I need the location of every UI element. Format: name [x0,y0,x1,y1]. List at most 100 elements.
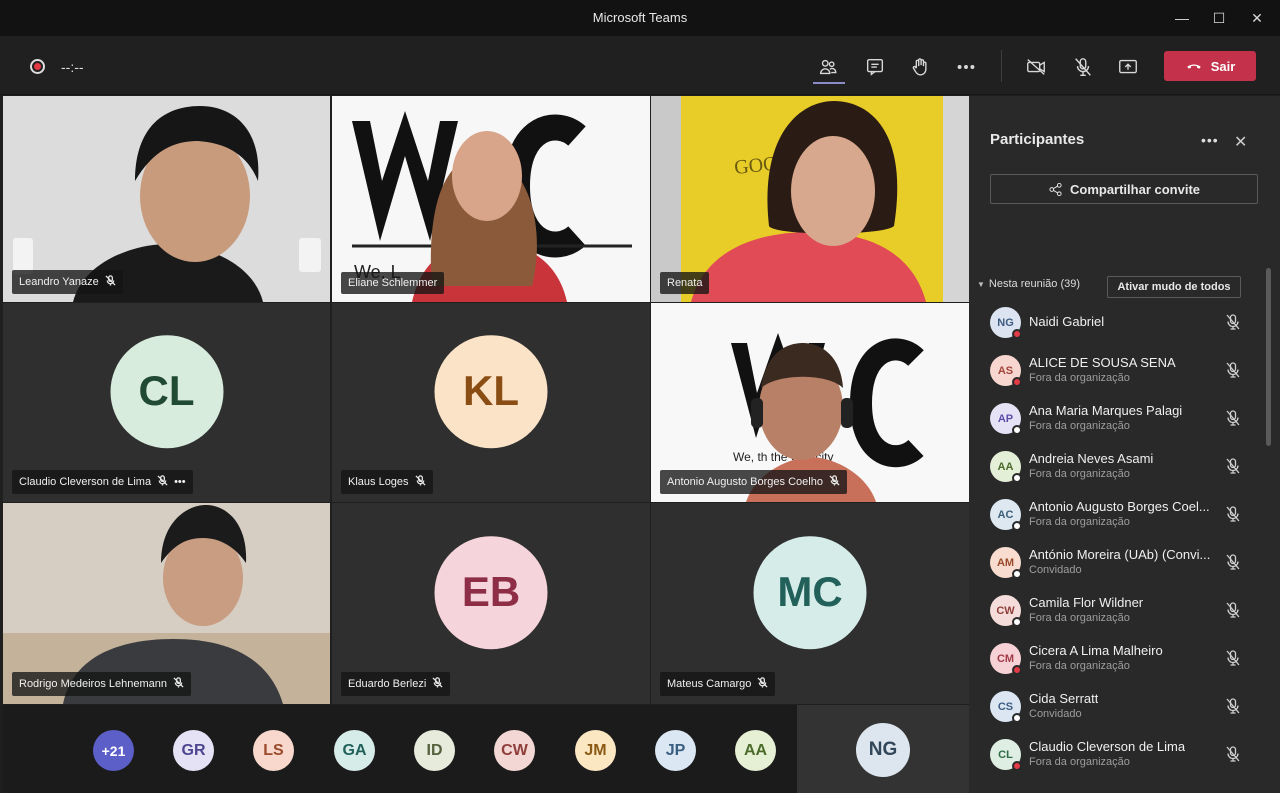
participant-chip[interactable]: JM [575,730,616,771]
participant-org-status: Convidado [1029,564,1082,576]
video-tile-renata[interactable]: GOOD Renata [651,96,969,302]
video-tile-klaus[interactable]: KL Klaus Loges [332,303,650,502]
title-bar: Microsoft Teams — ☐ ✕ [0,0,1280,36]
participant-name: Andreia Neves Asami [1029,451,1154,466]
participant-chip[interactable]: GA [334,730,375,771]
mic-off-icon[interactable] [1224,601,1242,619]
camera-off-icon [1027,59,1045,75]
participant-row[interactable]: AS ALICE DE SOUSA SENA Fora da organização [969,350,1269,398]
participant-org-status: Fora da organização [1029,468,1130,480]
participant-row[interactable]: AA Andreia Neves Asami Fora da organização [969,446,1269,494]
mic-off-icon[interactable] [1224,553,1242,571]
presence-status-icon [1012,521,1022,531]
participant-chip[interactable]: JP [655,730,696,771]
video-tile-eduardo[interactable]: EB Eduardo Berlezi [332,503,650,704]
video-tile-claudio[interactable]: CL Claudio Cleverson de Lima ••• [3,303,330,502]
participant-name-tag: Eduardo Berlezi [341,672,451,696]
participant-row[interactable]: NG Naidi Gabriel [969,302,1269,350]
camera-toggle-button[interactable] [1023,54,1049,80]
participant-name-tag: Claudio Cleverson de Lima ••• [12,470,193,494]
participant-org-status: Fora da organização [1029,372,1130,384]
participant-name: Klaus Loges [348,476,409,488]
participant-name-tag: Renata [660,272,710,294]
participant-name: Leandro Yanaze [19,276,99,288]
panel-more-button[interactable]: ••• [1201,132,1219,148]
video-tile-rodrigo[interactable]: Rodrigo Medeiros Lehnemann [3,503,330,704]
participant-initials: CW [996,604,1015,617]
mic-toggle-button[interactable] [1070,54,1096,80]
panel-scrollbar[interactable] [1266,268,1271,446]
participant-name: ALICE DE SOUSA SENA [1029,355,1176,370]
share-screen-button[interactable] [1115,54,1141,80]
participant-chip[interactable]: GR [173,730,214,771]
close-window-button[interactable]: ✕ [1243,6,1271,30]
participant-row[interactable]: CM Cicera A Lima Malheiro Fora da organiza… [969,638,1269,686]
share-invite-button[interactable]: Compartilhar convite [990,174,1258,204]
participant-avatar: AC [990,499,1022,531]
participant-row[interactable]: CW Camila Flor Wildner Fora da organização [969,590,1269,638]
participant-chip[interactable]: ID [414,730,455,771]
participant-name-tag: Eliane Schlemmer [341,272,445,294]
participant-avatar: CS [990,691,1022,723]
video-tile-antonio[interactable]: We, th the Cibricity Antonio Augusto Bor… [651,303,969,502]
meeting-timer: --:-- [61,59,84,75]
raise-hand-button[interactable] [907,54,933,80]
hang-up-icon [1186,64,1201,69]
participants-button[interactable] [815,54,841,80]
chat-button[interactable] [862,54,888,80]
video-tile-eliane[interactable]: We, L Eliane Schlemmer [332,96,650,302]
participant-name-tag: Leandro Yanaze [12,270,123,294]
participant-avatar: CL [990,739,1022,771]
participant-name-tag: Klaus Loges [341,470,433,494]
panel-close-button[interactable]: ✕ [1234,132,1247,152]
participant-strip: +21 GR LS GA ID CW JM JP AA [3,705,797,793]
video-tile-leandro[interactable]: Leandro Yanaze [3,96,330,302]
mic-off-icon [105,275,116,289]
in-meeting-section-toggle[interactable]: ▼ Nesta reunião (39) [977,278,1080,290]
participant-chip[interactable]: LS [253,730,294,771]
presence-status-icon [1012,665,1022,675]
presence-status-icon [1012,761,1022,771]
mic-off-icon[interactable] [1224,457,1242,475]
mic-off-icon[interactable] [1224,649,1242,667]
avatar: CL [110,334,223,448]
maximize-button[interactable]: ☐ [1205,6,1233,30]
presence-status-icon [1012,473,1022,483]
participant-row[interactable]: AP Ana Maria Marques Palagi Fora da organi… [969,398,1269,446]
mute-all-button[interactable]: Ativar mudo de todos [1107,276,1241,298]
participant-chip[interactable]: AA [735,730,776,771]
mic-off-icon[interactable] [1224,745,1242,763]
mic-off-icon [432,677,443,691]
participant-row[interactable]: AC Antonio Augusto Borges Coel... Fora da … [969,494,1269,542]
participant-name-tag: Antonio Augusto Borges Coelho [660,470,847,494]
mic-off-icon[interactable] [1224,409,1242,427]
mic-off-icon[interactable] [1224,361,1242,379]
panel-title: Participantes [990,131,1085,148]
participant-avatar: AS [990,355,1022,387]
participant-name: Camila Flor Wildner [1029,595,1144,610]
leave-button[interactable]: Sair [1164,51,1256,81]
chat-icon [866,58,884,76]
participant-chip[interactable]: CW [494,730,535,771]
participant-row[interactable]: AM António Moreira (UAb) (Convi... Convida… [969,542,1269,590]
participant-name: Mateus Camargo [667,678,752,690]
presence-status-icon [1012,569,1022,579]
mic-off-icon[interactable] [1224,697,1242,715]
video-tile-mateus[interactable]: MC Mateus Camargo [651,503,969,704]
participant-org-status: Fora da organização [1029,516,1130,528]
self-preview[interactable]: NG [797,705,969,793]
avatar: KL [434,334,548,448]
participant-avatar: AM [990,547,1022,579]
mic-off-icon[interactable] [1224,313,1242,331]
participant-name: Antonio Augusto Borges Coelho [667,476,823,488]
participant-name-tag: Rodrigo Medeiros Lehnemann [12,672,191,696]
participant-row[interactable]: CS Cida Serratt Convidado [969,686,1269,734]
overflow-count-chip[interactable]: +21 [93,730,134,771]
participant-org-status: Fora da organização [1029,660,1130,672]
more-actions-button[interactable] [953,54,979,80]
participant-row[interactable]: CL Claudio Cleverson de Lima Fora da organ… [969,734,1269,782]
tile-more-button[interactable]: ••• [174,476,186,488]
share-invite-label: Compartilhar convite [1069,181,1201,197]
minimize-button[interactable]: — [1168,6,1196,30]
mic-off-icon[interactable] [1224,505,1242,523]
